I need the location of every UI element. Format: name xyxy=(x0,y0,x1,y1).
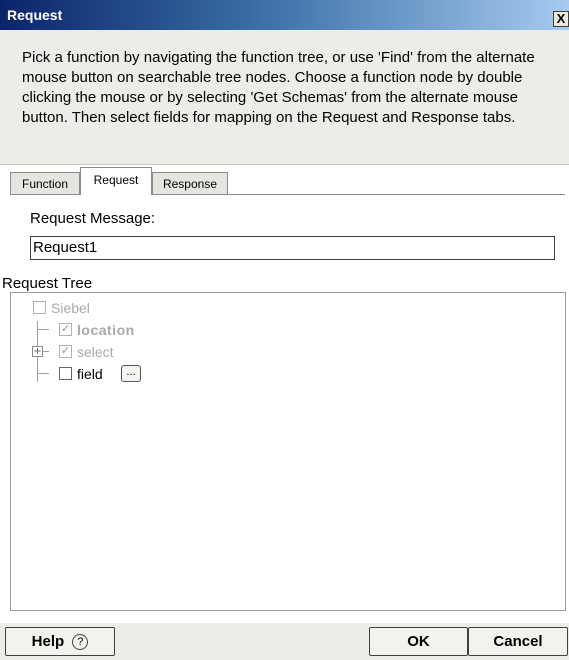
tree-connector-field xyxy=(37,373,49,374)
request-tree[interactable]: Siebel ✓ location + ✓ select field ... xyxy=(10,292,566,611)
tree-node-label: location xyxy=(77,322,135,338)
tree-connector-location xyxy=(37,329,49,330)
title-bar[interactable]: Request X xyxy=(0,0,569,30)
tree-node-label: select xyxy=(77,344,114,360)
field-browse-button[interactable]: ... xyxy=(121,365,141,382)
request-message-input[interactable]: Request1 xyxy=(30,236,555,260)
close-button[interactable]: X xyxy=(553,11,569,27)
tab-request[interactable]: Request xyxy=(80,167,152,195)
field-checkbox[interactable] xyxy=(59,367,72,380)
window-title: Request xyxy=(7,7,63,23)
request-tree-label: Request Tree xyxy=(2,275,93,292)
siebel-checkbox[interactable] xyxy=(33,301,46,314)
request-message-label: Request Message: xyxy=(30,210,156,227)
close-icon: X xyxy=(556,11,566,26)
help-button[interactable]: Help ? xyxy=(5,627,115,656)
tab-response[interactable]: Response xyxy=(152,172,228,194)
select-checkbox[interactable]: ✓ xyxy=(59,345,72,358)
expand-icon[interactable]: + xyxy=(32,346,43,357)
request-dialog: Request X Pick a function by navigating … xyxy=(0,0,569,660)
help-icon: ? xyxy=(72,634,89,650)
ok-button[interactable]: OK xyxy=(369,627,468,656)
tree-node-label: field xyxy=(77,366,103,382)
help-button-label: Help xyxy=(31,633,65,650)
cancel-button[interactable]: Cancel xyxy=(468,627,568,656)
dialog-footer: Help ? OK Cancel xyxy=(0,623,569,660)
location-checkbox[interactable]: ✓ xyxy=(59,323,72,336)
tree-node-label: Siebel xyxy=(51,300,90,316)
tab-function[interactable]: Function xyxy=(10,172,80,194)
content-area: Function Request Response Request Messag… xyxy=(0,165,569,660)
instructions-panel: Pick a function by navigating the functi… xyxy=(0,30,569,165)
instructions-text: Pick a function by navigating the functi… xyxy=(22,49,535,126)
